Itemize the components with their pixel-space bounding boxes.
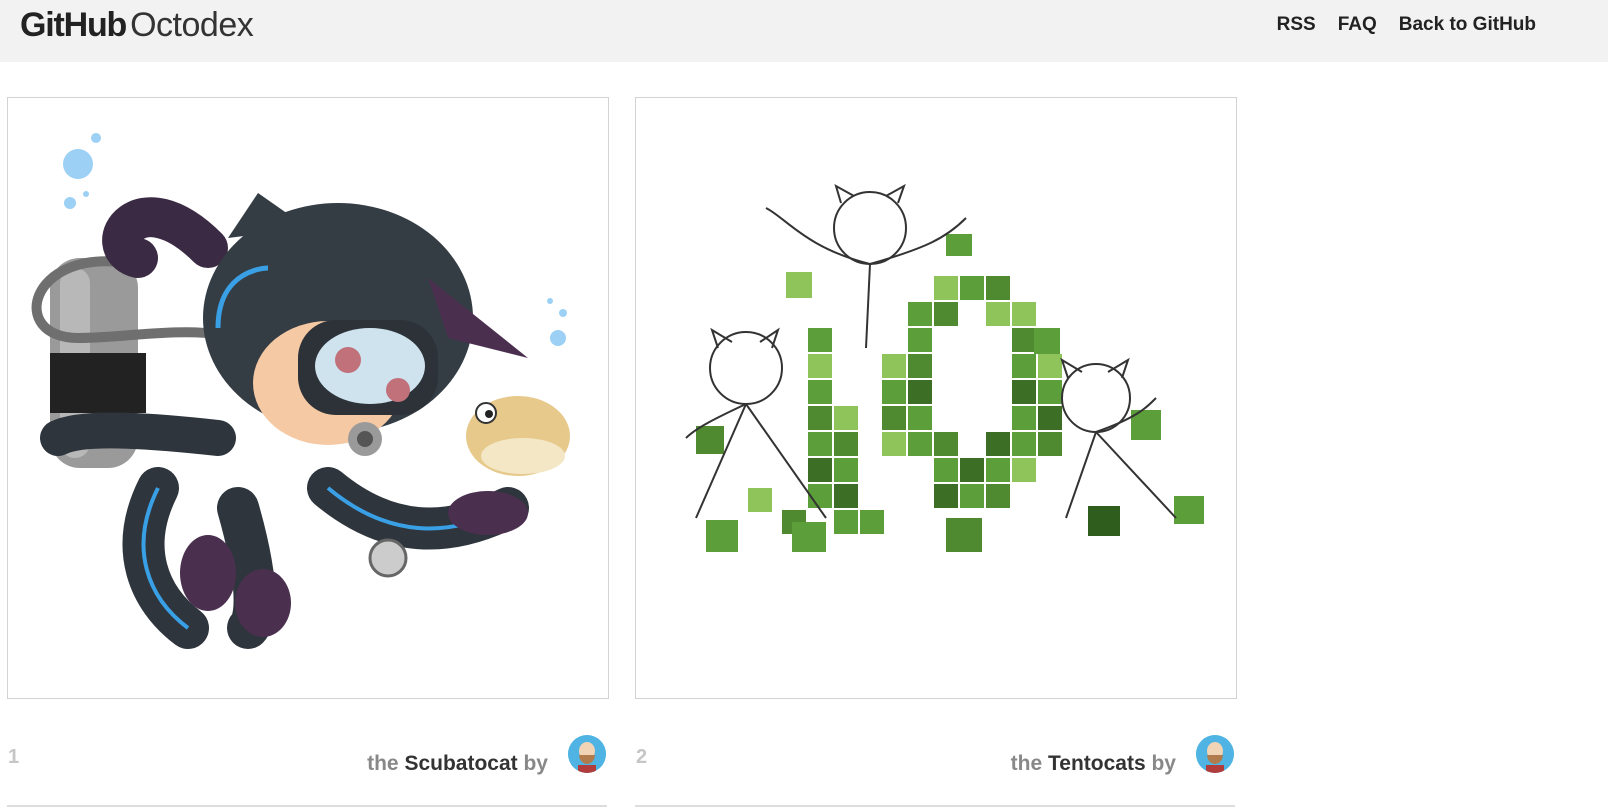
- artist-avatar[interactable]: [568, 735, 606, 773]
- card-caption: the Tentocats by: [1011, 752, 1176, 776]
- card-divider: [7, 805, 607, 807]
- nav-faq-link[interactable]: FAQ: [1338, 14, 1377, 36]
- octocat-card-image[interactable]: [7, 97, 609, 699]
- caption-suffix: by: [523, 752, 548, 775]
- tentocats-illustration-icon: [685, 183, 1204, 552]
- nav-rss-link[interactable]: RSS: [1277, 14, 1316, 36]
- logo-octodex-text: Octodex: [130, 6, 254, 44]
- caption-prefix: the: [367, 752, 399, 775]
- logo-github-text: GitHub: [20, 6, 127, 44]
- card-number: 2: [636, 746, 648, 768]
- caption-suffix: by: [1151, 752, 1176, 775]
- caption-prefix: the: [1010, 752, 1043, 775]
- octocat-card-image[interactable]: [635, 97, 1237, 699]
- card-divider: [635, 805, 1235, 807]
- octocat-name-link[interactable]: Scubatocat: [404, 752, 517, 775]
- octodex-logo[interactable]: GitHub Octodex: [20, 6, 254, 50]
- artist-avatar[interactable]: [1196, 735, 1234, 773]
- scubatocat-illustration-icon: [31, 133, 570, 649]
- card-caption: the Scubatocat by: [367, 752, 548, 776]
- top-nav: RSS FAQ Back to GitHub: [1277, 14, 1536, 36]
- site-header: GitHub Octodex RSS FAQ Back to GitHub: [0, 0, 1608, 62]
- nav-back-to-github-link[interactable]: Back to GitHub: [1399, 14, 1536, 36]
- card-number: 1: [8, 746, 20, 768]
- octocat-name-link[interactable]: Tentocats: [1048, 752, 1146, 775]
